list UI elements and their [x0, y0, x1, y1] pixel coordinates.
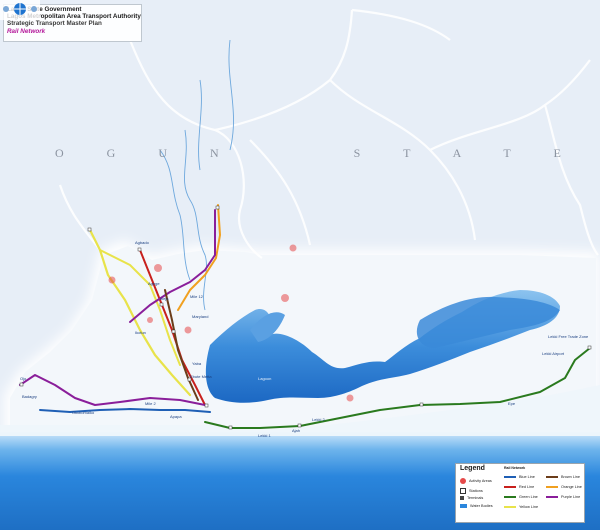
station-label: Mile 2: [145, 401, 156, 406]
station-label: Ebute Metta: [190, 374, 212, 379]
station-label: Lekki Airport: [542, 351, 565, 356]
legend-subtitle: Rail Network: [504, 466, 526, 470]
legend-label: Green Line: [519, 495, 538, 499]
lagoon-label: Lagoon: [258, 376, 271, 381]
station-label: Ikeja: [160, 296, 169, 301]
legend-item: Water Bodies: [460, 504, 493, 508]
legend-item: Yellow Line: [504, 505, 538, 509]
purple-line-swatch: [546, 496, 558, 498]
yellow-line-swatch: [504, 506, 516, 508]
legend-label: Activity Areas: [469, 479, 492, 483]
station-label: Epe: [508, 401, 516, 406]
station-label: Okokomaiko: [72, 410, 95, 415]
legend-label: Purple Line: [561, 495, 581, 499]
rail-network-map[interactable]: O G U N S T A T E Agbado Ikeja Agege Mil…: [0, 0, 600, 530]
activity-area-icon: [460, 478, 466, 484]
legend-label: Red Line: [519, 485, 535, 489]
activity-area: [154, 264, 162, 272]
legend-label: Water Bodies: [470, 504, 493, 508]
station-label: Mile 12: [190, 294, 204, 299]
blue-line-swatch: [504, 476, 516, 478]
legend-item: Red Line: [504, 485, 534, 489]
station-label: Maryland: [192, 314, 208, 319]
terminal-icon: [460, 496, 464, 500]
legend-label: Stations: [469, 489, 483, 493]
station-label: Ajah: [292, 428, 300, 433]
station-label: Agege: [148, 281, 160, 286]
legend-item: Purple Line: [546, 495, 580, 499]
legend-label: Terminals: [467, 496, 484, 500]
legend-label: Yellow Line: [519, 505, 539, 509]
map-canvas[interactable]: O G U N S T A T E Agbado Ikeja Agege Mil…: [0, 0, 600, 530]
station-label: Ojo: [20, 376, 27, 381]
map-legend: Legend Rail Network Activity Areas Stati…: [455, 463, 585, 523]
activity-area: [281, 294, 289, 302]
legend-label: Orange Line: [561, 485, 582, 489]
orange-line-swatch: [546, 486, 558, 488]
station-label: Lekki Free Trade Zone: [548, 334, 589, 339]
activity-area: [289, 244, 297, 252]
title-line-4: Rail Network: [7, 27, 46, 35]
activity-area: [346, 394, 354, 402]
station-label: Apapa: [170, 414, 182, 419]
station-icon: [460, 488, 466, 494]
legend-item: Green Line: [504, 495, 538, 499]
station-label: Ikotun: [135, 330, 146, 335]
legend-title: Legend: [460, 465, 485, 472]
lamata-logo-icon: [0, 0, 40, 20]
station-label: Lekki 2: [312, 417, 325, 422]
station-label: Lekki 1: [258, 433, 271, 438]
brown-line-swatch: [546, 476, 558, 478]
legend-item: Stations: [460, 488, 483, 494]
water-icon: [460, 504, 467, 508]
activity-area: [184, 326, 192, 334]
red-line-swatch: [504, 486, 516, 488]
station-label: Yaba: [192, 361, 202, 366]
activity-area: [108, 276, 116, 284]
station-label: Agbado: [135, 240, 150, 245]
ogun-state-label: O G U N S T A T E: [55, 146, 581, 160]
title-line-3: Strategic Transport Master Plan: [7, 20, 102, 28]
legend-item: Blue Line: [504, 475, 535, 479]
legend-item: Brown Line: [546, 475, 580, 479]
legend-item: Orange Line: [546, 485, 582, 489]
legend-item: Terminals: [460, 496, 483, 500]
green-line-swatch: [504, 496, 516, 498]
legend-item: Activity Areas: [460, 478, 492, 484]
legend-label: Blue Line: [519, 475, 535, 479]
station-label: Badagry: [22, 394, 37, 399]
legend-label: Brown Line: [561, 475, 580, 479]
activity-area: [147, 317, 153, 323]
